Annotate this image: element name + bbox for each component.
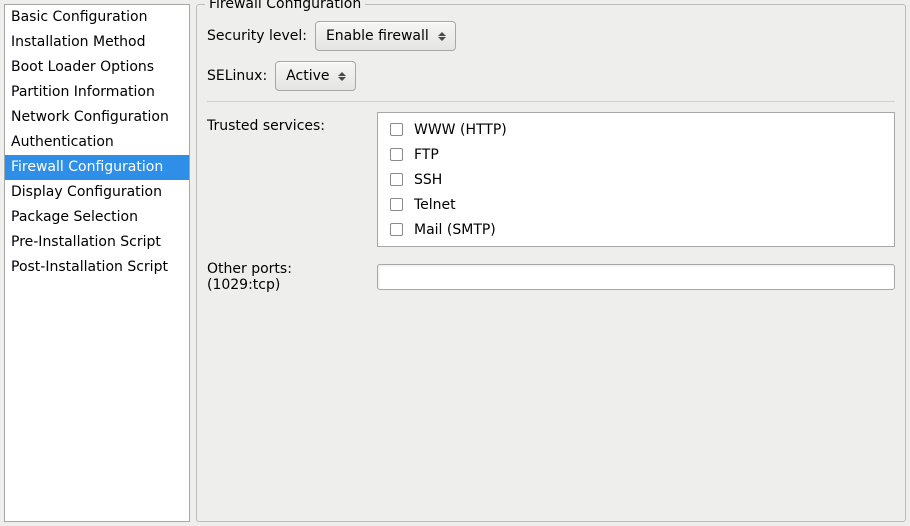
service-checkbox[interactable]: [390, 198, 403, 211]
sidebar-item[interactable]: Basic Configuration: [5, 5, 189, 30]
trusted-services-label: Trusted services:: [207, 112, 367, 134]
service-row: Telnet: [384, 192, 888, 217]
selinux-row: SELinux: Active: [207, 61, 895, 91]
trusted-services-box: WWW (HTTP) FTP SSH Telnet Mail (SMTP): [377, 112, 895, 247]
other-ports-input[interactable]: [377, 264, 895, 290]
panel-legend: Firewall Configuration: [205, 0, 365, 12]
sidebar-item[interactable]: Installation Method: [5, 30, 189, 55]
security-level-value: Enable firewall: [326, 28, 429, 44]
sidebar-item[interactable]: Display Configuration: [5, 180, 189, 205]
service-row: WWW (HTTP): [384, 117, 888, 142]
service-label: SSH: [414, 172, 442, 188]
service-row: Mail (SMTP): [384, 217, 888, 242]
security-level-label: Security level:: [207, 28, 307, 44]
trusted-services-section: Trusted services: WWW (HTTP) FTP SSH Telnet…: [207, 112, 895, 247]
service-checkbox[interactable]: [390, 123, 403, 136]
updown-icon: [335, 62, 349, 90]
other-ports-label: Other ports: (1029:tcp): [207, 261, 367, 293]
main-panel: Firewall Configuration Security level: E…: [196, 4, 906, 522]
sidebar-item[interactable]: Package Selection: [5, 205, 189, 230]
sidebar-list: Basic ConfigurationInstallation MethodBo…: [4, 4, 190, 522]
security-level-combo[interactable]: Enable firewall: [315, 21, 456, 51]
service-checkbox[interactable]: [390, 148, 403, 161]
sidebar-item[interactable]: Post-Installation Script: [5, 255, 189, 280]
sidebar-item[interactable]: Firewall Configuration: [5, 155, 189, 180]
divider: [207, 101, 895, 102]
service-row: SSH: [384, 167, 888, 192]
selinux-combo[interactable]: Active: [275, 61, 356, 91]
service-label: Mail (SMTP): [414, 222, 496, 238]
sidebar-item[interactable]: Partition Information: [5, 80, 189, 105]
service-label: Telnet: [414, 197, 456, 213]
selinux-label: SELinux:: [207, 68, 267, 84]
sidebar-item[interactable]: Pre-Installation Script: [5, 230, 189, 255]
sidebar-item[interactable]: Network Configuration: [5, 105, 189, 130]
service-checkbox[interactable]: [390, 173, 403, 186]
selinux-value: Active: [286, 68, 329, 84]
app-root: Basic ConfigurationInstallation MethodBo…: [0, 0, 910, 526]
updown-icon: [435, 22, 449, 50]
service-row: FTP: [384, 142, 888, 167]
service-checkbox[interactable]: [390, 223, 403, 236]
sidebar-item[interactable]: Boot Loader Options: [5, 55, 189, 80]
security-level-row: Security level: Enable firewall: [207, 21, 895, 51]
other-ports-row: Other ports: (1029:tcp): [207, 261, 895, 293]
sidebar-item[interactable]: Authentication: [5, 130, 189, 155]
service-label: WWW (HTTP): [414, 122, 507, 138]
service-label: FTP: [414, 147, 439, 163]
